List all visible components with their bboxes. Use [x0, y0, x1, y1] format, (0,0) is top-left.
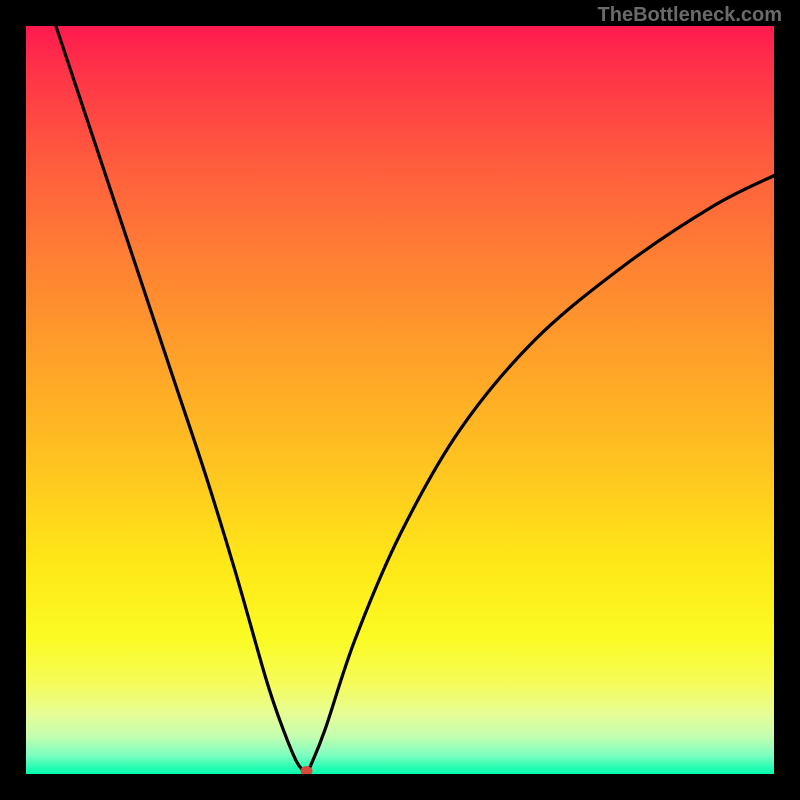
bottleneck-curve-svg	[26, 26, 774, 774]
chart-plot-area	[26, 26, 774, 774]
watermark-text: TheBottleneck.com	[598, 4, 782, 27]
bottleneck-curve	[56, 26, 774, 774]
